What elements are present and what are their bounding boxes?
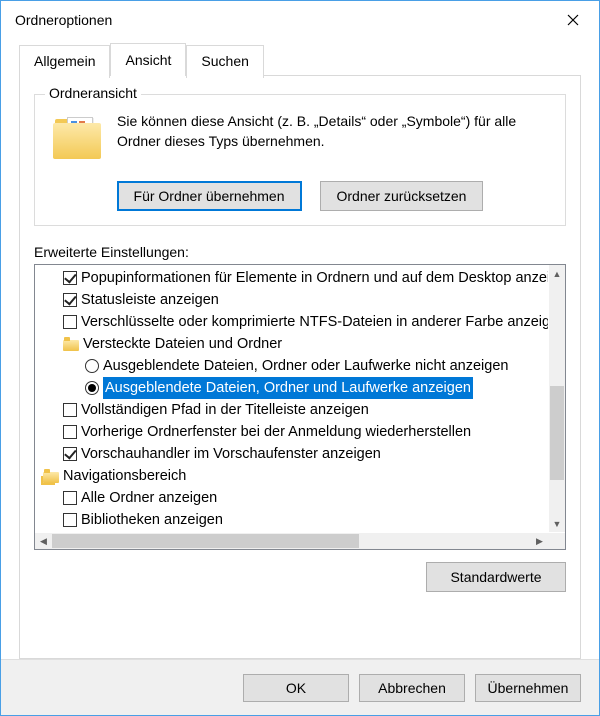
tree-item-label: Ausgeblendete Dateien, Ordner und Laufwe… bbox=[103, 377, 473, 399]
tree-item[interactable]: Popupinformationen für Elemente in Ordne… bbox=[37, 267, 548, 289]
tree-list[interactable]: Popupinformationen für Elemente in Ordne… bbox=[35, 265, 548, 532]
folder-icon bbox=[63, 337, 79, 351]
hscroll-track[interactable] bbox=[52, 533, 531, 549]
apply-to-folders-button[interactable]: Für Ordner übernehmen bbox=[117, 181, 302, 211]
checkbox-icon[interactable] bbox=[63, 271, 77, 285]
tree-item[interactable]: Verschlüsselte oder komprimierte NTFS-Da… bbox=[37, 311, 548, 333]
tab-search[interactable]: Suchen bbox=[186, 45, 263, 78]
content-area: Allgemein Ansicht Suchen Ordneransicht S… bbox=[1, 39, 599, 659]
tree-item-label: Vorschauhandler im Vorschaufenster anzei… bbox=[81, 443, 381, 465]
checkbox-icon[interactable] bbox=[63, 425, 77, 439]
folder-view-legend: Ordneransicht bbox=[45, 85, 141, 101]
tree-item[interactable]: Vorherige Ordnerfenster bei der Anmeldun… bbox=[37, 421, 548, 443]
hscroll-thumb[interactable] bbox=[52, 534, 359, 548]
scroll-corner bbox=[548, 533, 565, 549]
folder-icon bbox=[43, 469, 59, 483]
tree-item[interactable]: Ausgeblendete Dateien, Ordner und Laufwe… bbox=[37, 377, 548, 399]
tree-item-label: Ausgeblendete Dateien, Ordner oder Laufw… bbox=[103, 355, 508, 377]
ok-button[interactable]: OK bbox=[243, 674, 349, 702]
defaults-row: Standardwerte bbox=[34, 562, 566, 592]
tree-item-label: Bibliotheken anzeigen bbox=[81, 509, 223, 531]
apply-button[interactable]: Übernehmen bbox=[475, 674, 581, 702]
close-button[interactable] bbox=[551, 5, 595, 35]
folder-view-buttons: Für Ordner übernehmen Ordner zurücksetze… bbox=[47, 181, 553, 211]
tree-item[interactable]: Vorschauhandler im Vorschaufenster anzei… bbox=[37, 443, 548, 465]
tree-item[interactable]: Ausgeblendete Dateien, Ordner oder Laufw… bbox=[37, 355, 548, 377]
horizontal-scrollbar[interactable]: ◀ ▶ bbox=[35, 532, 565, 549]
checkbox-icon[interactable] bbox=[63, 447, 77, 461]
radio-icon[interactable] bbox=[85, 359, 99, 373]
tree-item-label: Popupinformationen für Elemente in Ordne… bbox=[81, 267, 548, 289]
tree-item-label: Vollständigen Pfad in der Titelleiste an… bbox=[81, 399, 369, 421]
scroll-up-icon[interactable]: ▲ bbox=[549, 265, 565, 282]
checkbox-icon[interactable] bbox=[63, 293, 77, 307]
radio-icon[interactable] bbox=[85, 381, 99, 395]
scroll-thumb[interactable] bbox=[550, 386, 564, 480]
tree-item-label: Verschlüsselte oder komprimierte NTFS-Da… bbox=[81, 311, 548, 333]
tree-item-label: Statusleiste anzeigen bbox=[81, 289, 219, 311]
tree-item-label: Alle Ordner anzeigen bbox=[81, 487, 217, 509]
checkbox-icon[interactable] bbox=[63, 403, 77, 417]
scroll-left-icon[interactable]: ◀ bbox=[35, 533, 52, 549]
tree-item-label: Navigationsbereich bbox=[63, 465, 186, 487]
tree-item[interactable]: Navigationsbereich bbox=[37, 465, 548, 487]
cancel-button[interactable]: Abbrechen bbox=[359, 674, 465, 702]
tab-panel-view: Ordneransicht Sie können diese Ansicht (… bbox=[19, 75, 581, 659]
folder-view-description: Sie können diese Ansicht (z. B. „Details… bbox=[117, 111, 553, 163]
restore-defaults-button[interactable]: Standardwerte bbox=[426, 562, 566, 592]
tree-item[interactable]: Bibliotheken anzeigen bbox=[37, 509, 548, 531]
tab-general[interactable]: Allgemein bbox=[19, 45, 110, 78]
checkbox-icon[interactable] bbox=[63, 491, 77, 505]
checkbox-icon[interactable] bbox=[63, 315, 77, 329]
folder-view-group: Ordneransicht Sie können diese Ansicht (… bbox=[34, 94, 566, 226]
tree-item[interactable]: Statusleiste anzeigen bbox=[37, 289, 548, 311]
folder-view-row: Sie können diese Ansicht (z. B. „Details… bbox=[47, 111, 553, 163]
close-icon bbox=[567, 14, 579, 26]
scroll-track[interactable] bbox=[549, 282, 565, 515]
advanced-settings-label: Erweiterte Einstellungen: bbox=[34, 244, 566, 260]
tab-view[interactable]: Ansicht bbox=[110, 43, 186, 76]
checkbox-icon[interactable] bbox=[63, 513, 77, 527]
vertical-scrollbar[interactable]: ▲ ▼ bbox=[548, 265, 565, 532]
dialog-buttons: OK Abbrechen Übernehmen bbox=[1, 659, 599, 715]
tab-strip: Allgemein Ansicht Suchen bbox=[19, 43, 581, 76]
titlebar: Ordneroptionen bbox=[1, 1, 599, 39]
tree-item-label: Versteckte Dateien und Ordner bbox=[83, 333, 282, 355]
scroll-right-icon[interactable]: ▶ bbox=[531, 533, 548, 549]
tree-item[interactable]: Versteckte Dateien und Ordner bbox=[37, 333, 548, 355]
tree-item[interactable]: Vollständigen Pfad in der Titelleiste an… bbox=[37, 399, 548, 421]
tree-item[interactable]: Alle Ordner anzeigen bbox=[37, 487, 548, 509]
reset-folders-button[interactable]: Ordner zurücksetzen bbox=[320, 181, 484, 211]
tree-item-label: Vorherige Ordnerfenster bei der Anmeldun… bbox=[81, 421, 471, 443]
window-title: Ordneroptionen bbox=[15, 12, 112, 28]
dialog-window: Ordneroptionen Allgemein Ansicht Suchen … bbox=[0, 0, 600, 716]
scroll-down-icon[interactable]: ▼ bbox=[549, 515, 565, 532]
folder-icon bbox=[53, 115, 101, 163]
advanced-settings-tree: Popupinformationen für Elemente in Ordne… bbox=[34, 264, 566, 550]
